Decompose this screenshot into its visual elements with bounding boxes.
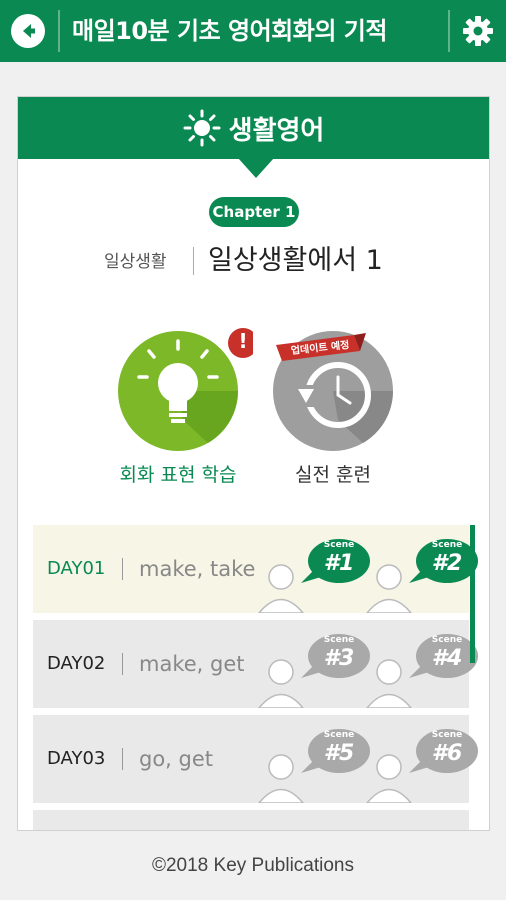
scene-button[interactable]: Scene #2 [361,531,478,613]
scene-button[interactable]: Scene #1 [253,531,370,613]
category-header: 생활영어 [18,97,489,159]
chapter-category: 일상생활 [104,252,167,272]
day-row[interactable]: DAY02 make, get Scene #3 Scene #4 [33,620,478,708]
list-scrollbar[interactable] [470,525,475,663]
alert-badge: ! [238,329,248,353]
scene-number: #1 [323,551,355,576]
scene-number: #4 [431,646,463,671]
category-title: 생활영어 [228,115,325,146]
day-row[interactable] [33,810,469,830]
day-words: make, take [139,557,256,581]
sun-icon [183,109,221,147]
chapter-card: 생활영어 Chapter 1 일상생활 일상생활에서 1 ! 회화 표현 학습 [17,96,490,831]
scene-label: Scene [431,730,463,740]
day-words: make, get [139,652,245,676]
day-number: DAY01 [47,558,106,579]
day-row[interactable]: DAY03 go, get Scene #5 Scene #6 [33,715,478,803]
scene-label: Scene [431,540,463,550]
day-number: DAY03 [47,748,106,769]
scene-label: Scene [323,730,355,740]
chapter-title: 일상생활에서 1 [208,245,383,276]
day-words: go, get [139,747,214,771]
practical-training-button: 업데이트 예정 실전 훈련 [258,325,408,495]
row-divider [122,748,123,770]
settings-button[interactable] [450,0,506,62]
scene-label: Scene [323,540,355,550]
chapter-badge: Chapter 1 [209,197,299,227]
scene-number: #3 [323,646,355,671]
expression-learning-label: 회화 표현 학습 [119,464,237,486]
scene-number: #5 [323,741,355,766]
chapter-divider [193,247,194,275]
copyright-footer: ©2018 Key Publications [151,855,354,876]
day-row[interactable]: DAY01 make, take Scene #1 Scene #2 [33,525,478,613]
scene-button[interactable]: Scene #4 [361,626,478,708]
scene-button[interactable]: Scene #6 [361,721,478,803]
row-divider [122,558,123,580]
practical-training-label: 실전 훈련 [295,464,371,486]
scene-number: #6 [431,741,463,766]
scene-label: Scene [323,635,355,645]
row-divider [122,653,123,675]
scene-button[interactable]: Scene #5 [253,721,370,803]
app-title: 매일10분 기초 영어회화의 기적 [72,17,387,45]
day-number: DAY02 [47,653,106,674]
scene-number: #2 [431,551,463,576]
app-bar: 매일10분 기초 영어회화의 기적 [0,0,506,62]
gear-icon [463,16,493,46]
back-arrow-icon [11,14,45,48]
appbar-divider [58,10,60,52]
expression-learning-button[interactable]: ! 회화 표현 학습 [103,325,253,495]
header-pointer [238,158,274,178]
scene-button[interactable]: Scene #3 [253,626,370,708]
back-button[interactable] [0,0,56,62]
scene-label: Scene [431,635,463,645]
